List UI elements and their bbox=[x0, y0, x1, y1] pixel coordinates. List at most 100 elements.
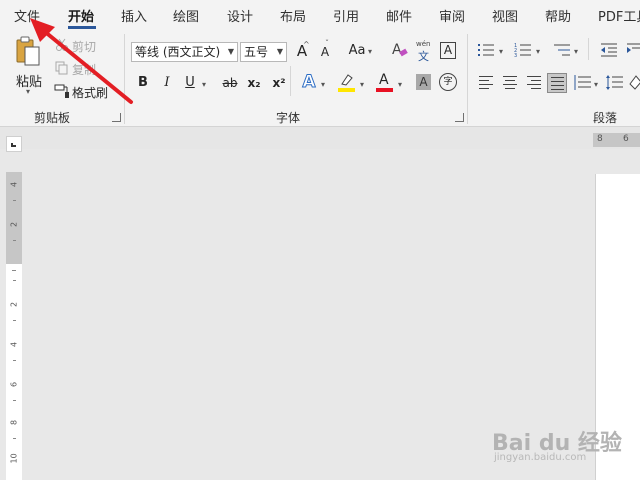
phonetic-guide-button[interactable]: wén 文 bbox=[415, 40, 433, 63]
ruler-tick bbox=[13, 280, 16, 281]
active-tab-indicator bbox=[68, 26, 96, 29]
ruler-number: 2 bbox=[9, 301, 19, 308]
chevron-down-icon: ▾ bbox=[26, 87, 31, 96]
copy-button[interactable]: 复制 bbox=[72, 61, 96, 78]
bold-button[interactable]: B bbox=[134, 73, 152, 93]
format-painter-button[interactable]: 格式刷 bbox=[72, 84, 108, 101]
line-spacing-icon[interactable] bbox=[606, 74, 624, 92]
multilevel-list-icon[interactable] bbox=[553, 42, 571, 58]
clear-formatting-button[interactable]: A bbox=[390, 41, 408, 61]
character-shading-button[interactable]: A bbox=[416, 74, 431, 90]
tab-help[interactable]: 帮助 bbox=[545, 6, 571, 25]
ruler-tick bbox=[13, 400, 16, 401]
font-size-combo[interactable]: 五号 ▼ bbox=[240, 42, 287, 62]
svg-text:3: 3 bbox=[514, 53, 517, 58]
paragraph-group-label: 段落 bbox=[593, 111, 618, 125]
font-size-value: 五号 bbox=[244, 45, 269, 59]
highlight-color-button[interactable] bbox=[338, 72, 356, 94]
font-name-combo[interactable]: 等线 (西文正文) ▼ bbox=[131, 42, 238, 62]
ruler-row: 8 6 bbox=[0, 127, 640, 152]
cut-button[interactable]: 剪切 bbox=[72, 38, 96, 55]
ruler-number: 6 bbox=[9, 381, 19, 388]
vertical-ruler[interactable]: 4 2 2 4 6 8 10 bbox=[6, 172, 22, 480]
clipboard-group-label: 剪贴板 bbox=[34, 111, 71, 125]
increase-indent-icon[interactable] bbox=[626, 42, 640, 58]
decrease-indent-icon[interactable] bbox=[600, 42, 618, 58]
text-effects-button[interactable]: A bbox=[300, 72, 318, 93]
format-painter-icon bbox=[54, 84, 69, 98]
bullets-icon[interactable] bbox=[477, 42, 495, 58]
change-case-button[interactable]: Aa bbox=[346, 41, 368, 61]
tab-insert[interactable]: 插入 bbox=[121, 6, 147, 25]
ruler-tick bbox=[12, 270, 16, 271]
highlight-color-bar bbox=[338, 88, 355, 92]
phonetic-pinyin: wén bbox=[416, 40, 431, 48]
inner-divider bbox=[290, 66, 291, 96]
ruler-number: 8 bbox=[597, 134, 603, 144]
tab-view[interactable]: 视图 bbox=[492, 6, 518, 25]
align-right-button[interactable] bbox=[524, 73, 544, 93]
ruler-number: 10 bbox=[9, 453, 19, 464]
superscript-button[interactable]: x² bbox=[270, 73, 288, 93]
copy-icon bbox=[55, 61, 68, 75]
numbering-icon[interactable]: 1 2 3 bbox=[514, 42, 532, 58]
shrink-caret-icon: ˇ bbox=[325, 39, 329, 48]
font-name-value: 等线 (西文正文) bbox=[135, 45, 221, 59]
group-divider bbox=[467, 34, 468, 124]
horizontal-ruler[interactable]: 8 6 bbox=[593, 133, 640, 147]
chevron-down-icon: ▾ bbox=[202, 80, 207, 89]
chevron-down-icon: ▾ bbox=[398, 80, 403, 89]
phonetic-char: 文 bbox=[418, 50, 429, 63]
shading-icon[interactable] bbox=[628, 74, 640, 92]
font-color-bar bbox=[376, 88, 393, 92]
character-border-button[interactable]: A bbox=[440, 42, 456, 59]
ruler-number: 4 bbox=[9, 181, 19, 188]
chevron-down-icon: ▾ bbox=[594, 80, 599, 89]
chevron-down-icon: ▾ bbox=[368, 47, 373, 56]
chevron-down-icon: ▾ bbox=[536, 47, 541, 56]
tab-design[interactable]: 设计 bbox=[227, 6, 253, 25]
group-divider bbox=[124, 34, 125, 124]
font-color-letter: A bbox=[379, 72, 389, 88]
tab-file[interactable]: 文件 bbox=[14, 6, 40, 25]
ruler-number: 2 bbox=[9, 221, 19, 228]
ruler-tick bbox=[13, 360, 16, 361]
subscript-button[interactable]: x₂ bbox=[245, 73, 263, 93]
ruler-number: 8 bbox=[9, 419, 19, 426]
tab-selector[interactable] bbox=[6, 136, 22, 152]
scissors-icon bbox=[56, 38, 68, 51]
watermark-url: jingyan.baidu.com bbox=[494, 452, 587, 463]
font-color-button[interactable]: A bbox=[376, 72, 394, 94]
justify-button[interactable] bbox=[547, 73, 567, 93]
tab-pdf-tools[interactable]: PDF工具 bbox=[598, 6, 640, 25]
chevron-down-icon: ▾ bbox=[321, 80, 326, 89]
strikethrough-button[interactable]: ab bbox=[219, 73, 241, 93]
clipboard-dialog-launcher[interactable] bbox=[112, 113, 121, 122]
tab-draw[interactable]: 绘图 bbox=[173, 6, 199, 25]
chevron-down-icon: ▾ bbox=[360, 80, 365, 89]
underline-button[interactable]: U bbox=[181, 73, 199, 93]
italic-button[interactable]: I bbox=[158, 73, 176, 93]
distributed-align-icon[interactable] bbox=[574, 74, 592, 92]
ruler-number: 6 bbox=[623, 134, 629, 144]
enclose-characters-button[interactable]: 字 bbox=[439, 73, 457, 91]
align-left-button[interactable] bbox=[476, 73, 496, 93]
ruler-tick bbox=[13, 200, 16, 201]
tab-layout[interactable]: 布局 bbox=[280, 6, 306, 25]
tab-references[interactable]: 引用 bbox=[333, 6, 359, 25]
tab-review[interactable]: 审阅 bbox=[439, 6, 465, 25]
align-center-button[interactable] bbox=[500, 73, 520, 93]
font-group-label: 字体 bbox=[276, 111, 301, 125]
tab-home[interactable]: 开始 bbox=[68, 6, 94, 25]
paste-icon bbox=[16, 36, 40, 66]
chevron-down-icon: ▾ bbox=[499, 47, 504, 56]
ruler-tick bbox=[13, 320, 16, 321]
chevron-down-icon: ▼ bbox=[227, 47, 234, 56]
font-dialog-launcher[interactable] bbox=[455, 113, 464, 122]
ruler-number: 4 bbox=[9, 341, 19, 348]
ruler-tick bbox=[13, 240, 16, 241]
tab-mailings[interactable]: 邮件 bbox=[386, 6, 412, 25]
chevron-down-icon: ▾ bbox=[574, 47, 579, 56]
grow-caret-icon: ^ bbox=[303, 40, 310, 49]
paste-button[interactable]: 粘贴 ▾ bbox=[12, 34, 46, 96]
